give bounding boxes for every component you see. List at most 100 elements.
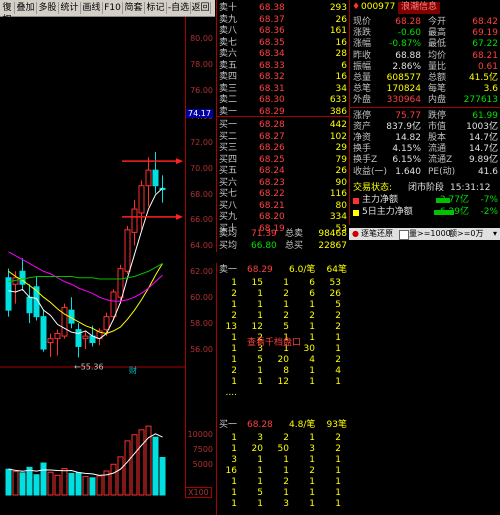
quote-value: 837.9亿 [386, 121, 421, 132]
ask-row[interactable]: 卖五 68.33 6 [217, 60, 349, 72]
quote-label: 流通 [428, 144, 447, 155]
tick-filter-bar[interactable]: ● 逐笔还原 量>=1000 额>=0万 ▾ [349, 228, 500, 240]
ask-row[interactable]: 卖四 68.32 16 [217, 71, 349, 83]
bid-row[interactable]: 买九 68.20 334 [217, 211, 349, 223]
quote-label: 内盘 [428, 95, 447, 106]
level-volume: 29 [335, 143, 347, 153]
queue-row: 16 1 1 2 1 [217, 466, 349, 477]
bid-row[interactable]: 买二 68.27 102 [217, 131, 349, 143]
ask-row[interactable]: 卖九 68.37 26 [217, 14, 349, 26]
quote-row: 现价 68.28 今开 68.42 [350, 17, 500, 28]
quote-row: 昨收 68.88 均价 68.21 [350, 51, 500, 62]
filter-checkbox[interactable] [399, 230, 409, 240]
level-label: 买一 [219, 120, 238, 130]
trade-status-row: 交易状态: 闭市阶段 15:31:12 [350, 183, 500, 194]
queue-cell: 1 [231, 444, 237, 454]
quote-row: 换手 4.15% 流通 14.7亿 [350, 144, 500, 155]
quote-value: 170824 [386, 84, 421, 95]
toolbar-button-2[interactable]: 多股 [37, 2, 59, 14]
quote-value: 3.6 [483, 84, 498, 95]
queue-cell: 2 [335, 311, 341, 321]
toolbar-button-9[interactable]: 返回 [191, 2, 211, 14]
settings-icon[interactable]: ▾ [493, 228, 497, 240]
quote-label: 量比 [428, 61, 447, 72]
marker-arrow [122, 213, 183, 220]
toolbar: 復权 叠加 多股 统计 画线 F10 简套 标记 -自选 返回 [0, 0, 215, 25]
level-label: 卖十 [219, 3, 238, 13]
price-tick: 76.00 [190, 85, 213, 95]
volume-bar [117, 456, 124, 496]
bid-row[interactable]: 买五 68.24 26 [217, 165, 349, 177]
level-label: 买九 [219, 212, 238, 222]
toolbar-button-1[interactable]: 叠加 [15, 2, 37, 14]
quote-row: 收益(一) 1.640 PE(动) 41.6 [350, 167, 500, 178]
ask-avg-price: 71.39 [251, 229, 277, 239]
queue-row: 3 1 1 1 1 [217, 455, 349, 466]
ma20-line [8, 251, 163, 302]
queue-cell: 1 [257, 455, 263, 465]
level-volume: 80 [335, 200, 347, 211]
queue-cell: 2 [335, 322, 341, 332]
queue-cell: 1 [309, 322, 315, 332]
bid-row[interactable]: 买七 68.22 116 [217, 188, 349, 200]
queue-cell: 8 [283, 366, 289, 376]
queue-row: 2 1 2 6 26 [217, 289, 349, 300]
flow-bar [436, 198, 450, 203]
toolbar-button-7[interactable]: 标记 [145, 2, 167, 14]
ask-row[interactable]: 卖十 68.38 293 [217, 2, 349, 14]
ask-row[interactable]: 卖二 68.30 633 [217, 94, 349, 106]
queue-cell: 1 [309, 433, 315, 443]
volume-bar [124, 440, 131, 496]
level-volume: 79 [335, 154, 347, 165]
toolbar-button-6[interactable]: 简套 [123, 2, 145, 14]
queue-cell: 5 [335, 300, 341, 310]
toolbar-button-8[interactable]: -自选 [167, 2, 191, 14]
queue-cell: 2 [309, 466, 315, 476]
ask-row[interactable]: 卖七 68.35 16 [217, 37, 349, 49]
level-volume: 442 [329, 120, 347, 130]
candle [131, 199, 138, 246]
queue-row: 1 1 1 1 5 [217, 300, 349, 311]
candle [124, 225, 131, 274]
queue-count: 93笔 [326, 420, 347, 430]
bid-row[interactable]: 买六 68.23 90 [217, 177, 349, 189]
price-tick: 72.00 [190, 137, 213, 147]
bid-row[interactable]: 买三 68.26 29 [217, 142, 349, 154]
queue-cell: 1 [231, 499, 237, 509]
queue-cell: 15 [251, 278, 263, 288]
level-volume: 102 [329, 131, 347, 142]
candle [26, 284, 33, 324]
quote-row: 涨跌 -0.60 最高 69.19 [350, 28, 500, 39]
candle [19, 258, 26, 291]
queue-row: 1 20 50 3 2 [217, 444, 349, 455]
toolbar-button-4[interactable]: 画线 [81, 2, 103, 14]
stock-code: 000977 [361, 2, 396, 12]
kline-chart[interactable]: ←55.36 财 [0, 17, 185, 497]
queue-cell: 1 [257, 466, 263, 476]
quote-value: 14.82 [395, 133, 421, 143]
quote-label: 最高 [428, 28, 447, 39]
candle [145, 157, 152, 207]
expand-book-button[interactable]: 查看千档盘口 [247, 335, 301, 348]
tick-restore-label[interactable]: 逐笔还原 [361, 228, 393, 240]
volume-filter[interactable]: 量>=1000 [409, 228, 451, 240]
level-label: 买二 [219, 131, 238, 142]
amount-filter[interactable]: 额>=0万 [449, 228, 484, 240]
bid-avg-price: 66.80 [251, 241, 277, 251]
bid-row[interactable]: 买八 68.21 80 [217, 200, 349, 212]
queue-price: 68.29 [247, 265, 273, 275]
ask-row[interactable]: 卖三 68.31 34 [217, 83, 349, 95]
toolbar-button-0[interactable]: 復权 [0, 2, 15, 25]
toolbar-button-3[interactable]: 统计 [59, 2, 81, 14]
ask-row[interactable]: 卖八 68.36 161 [217, 25, 349, 37]
toolbar-button-5[interactable]: F10 [103, 2, 123, 14]
ask-row[interactable]: 卖六 68.34 28 [217, 48, 349, 60]
quote-label: 昨收 [353, 50, 372, 61]
quote-value: 41.6 [477, 166, 498, 177]
volume-bar [138, 429, 145, 496]
bid-row[interactable]: 买四 68.25 79 [217, 154, 349, 166]
bid-row[interactable]: 买一 68.28 442 [217, 119, 349, 131]
quote-row: 涨幅 -0.87% 最低 67.22 [350, 39, 500, 50]
queue-cell: 2 [231, 366, 237, 376]
queue-cell: 1 [231, 488, 237, 498]
